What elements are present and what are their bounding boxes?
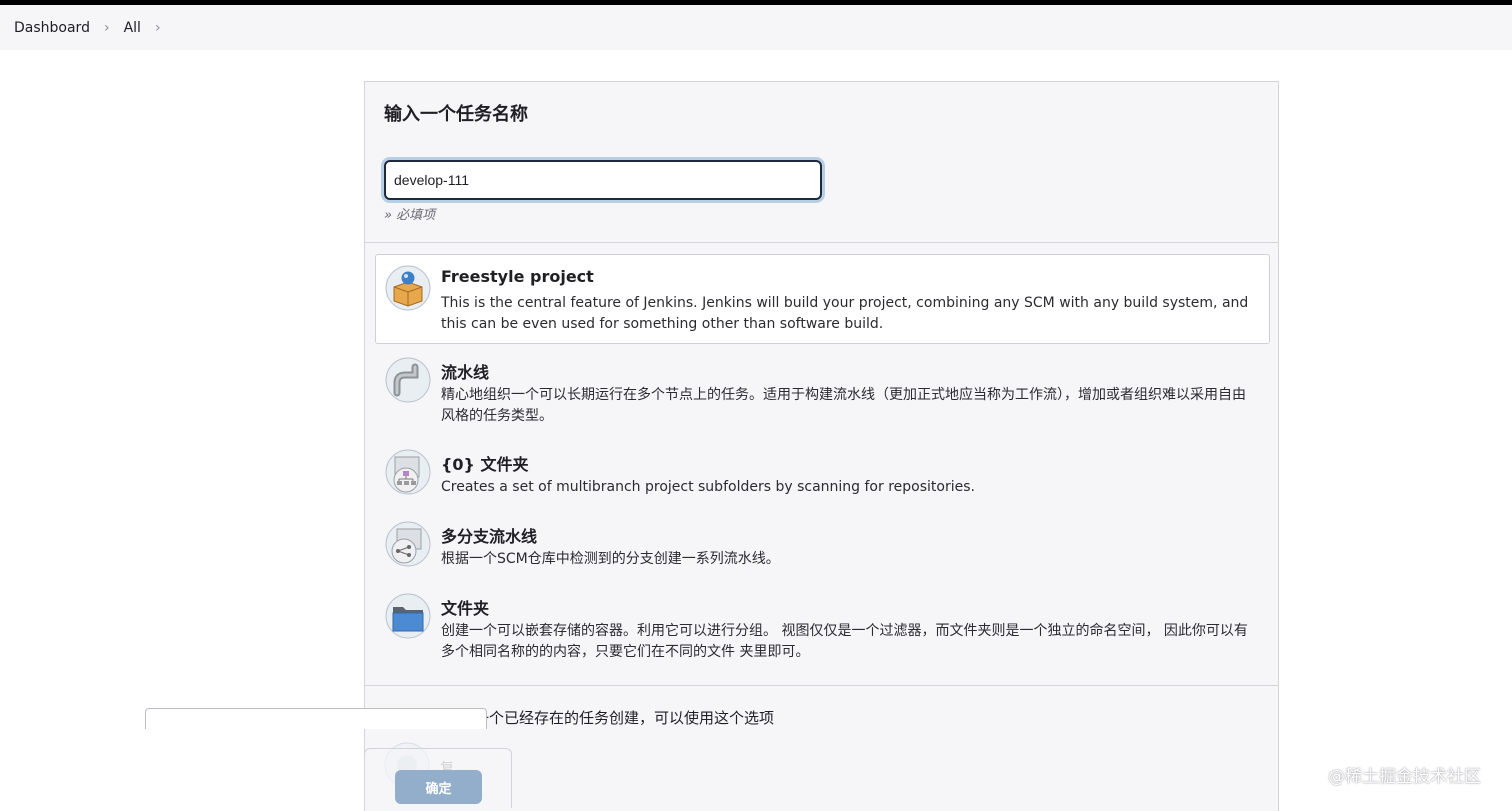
item-type-multibranch-pipeline[interactable]: 多分支流水线 根据一个SCM仓库中检测到的分支创建一系列流水线。: [375, 510, 1270, 578]
item-type-pipeline[interactable]: 流水线 精心地组织一个可以长期运行在多个节点上的任务。适用于构建流水线（更加正式…: [375, 346, 1270, 430]
watermark: @稀土掘金技术社区: [1328, 767, 1481, 787]
item-type-description: 根据一个SCM仓库中检测到的分支创建一系列流水线。: [441, 551, 780, 567]
item-type-description: 创建一个可以嵌套存储的容器。利用它可以进行分组。 视图仅仅是一个过滤器，而文件夹…: [441, 623, 1248, 660]
item-type-title: 文件夹: [441, 599, 490, 618]
chevron-right-icon[interactable]: ›: [155, 20, 161, 36]
pipeline-icon: [385, 357, 431, 403]
ok-button[interactable]: 确定: [395, 770, 482, 804]
item-type-title: 多分支流水线: [441, 527, 538, 546]
divider: [365, 242, 1278, 243]
item-type-freestyle-project[interactable]: Freestyle project This is the central fe…: [375, 254, 1270, 344]
required-hint: » 必填项: [384, 208, 436, 223]
folder-icon: [385, 593, 431, 639]
item-type-description: 精心地组织一个可以长期运行在多个节点上的任务。适用于构建流水线（更加正式地应当称…: [441, 387, 1246, 424]
item-name-input[interactable]: [384, 160, 822, 200]
multibranch-pipeline-icon: [385, 521, 431, 567]
item-type-title: 流水线: [441, 363, 490, 382]
new-item-panel: 输入一个任务名称 » 必填项 Freestyle project This is…: [364, 81, 1279, 811]
freestyle-project-icon: [385, 265, 431, 311]
chevron-right-icon[interactable]: ›: [104, 20, 110, 36]
breadcrumb: Dashboard › All ›: [0, 5, 1512, 50]
copy-from-input[interactable]: [145, 708, 487, 729]
item-type-title: {0} 文件夹: [441, 455, 529, 474]
breadcrumb-all[interactable]: All: [124, 20, 141, 36]
item-type-title: Freestyle project: [441, 267, 594, 286]
item-type-organization-folder[interactable]: {0} 文件夹 Creates a set of multibranch pro…: [375, 438, 1270, 506]
organization-folder-icon: [385, 449, 431, 495]
breadcrumb-dashboard[interactable]: Dashboard: [14, 20, 90, 36]
divider: [365, 685, 1278, 686]
item-type-description: This is the central feature of Jenkins. …: [441, 295, 1249, 332]
item-type-description: Creates a set of multibranch project sub…: [441, 479, 975, 495]
page-title: 输入一个任务名称: [384, 104, 528, 125]
item-type-folder[interactable]: 文件夹 创建一个可以嵌套存储的容器。利用它可以进行分组。 视图仅仅是一个过滤器，…: [375, 582, 1270, 666]
